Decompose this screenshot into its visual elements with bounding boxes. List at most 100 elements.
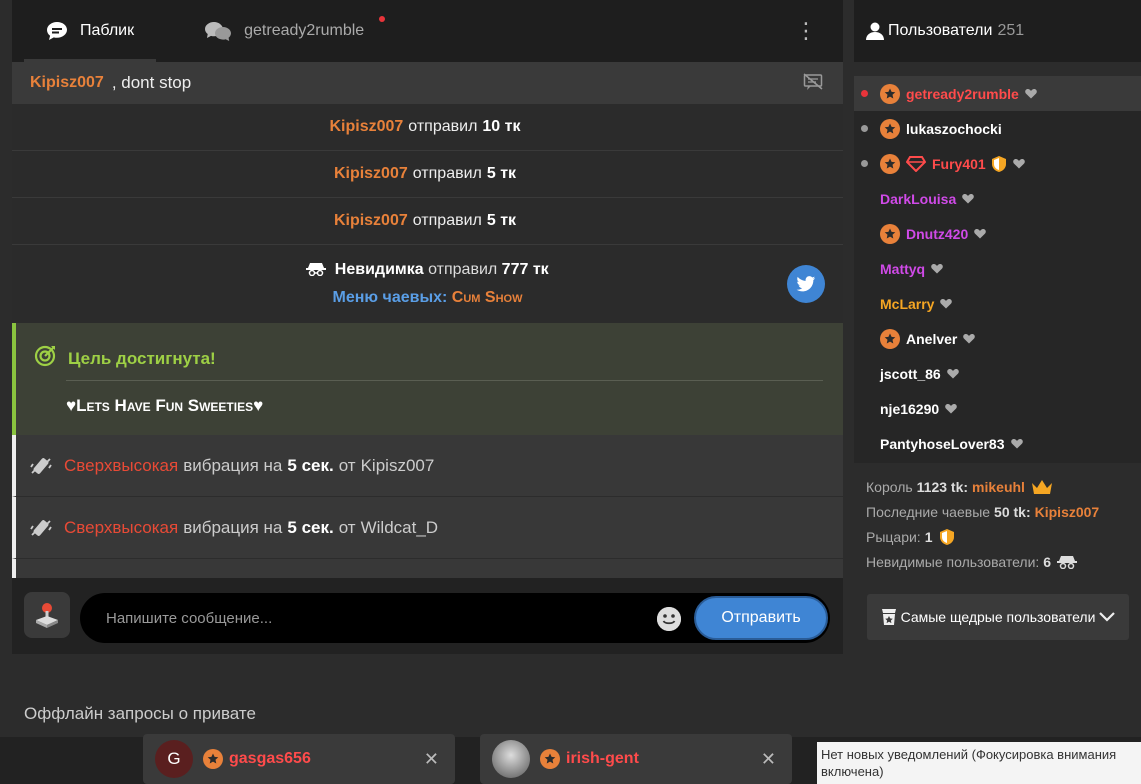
user-list-item[interactable]: Dnutz420: [854, 216, 1141, 251]
user-list-item[interactable]: getready2rumble: [854, 76, 1141, 111]
close-icon[interactable]: ✕: [424, 749, 439, 770]
user-list-item[interactable]: Mattyq: [854, 251, 1141, 286]
private-request-card[interactable]: irish-gent ✕: [480, 734, 792, 784]
tab-private-label: getready2rumble: [244, 22, 365, 39]
vibration-duration: 5 сек.: [287, 455, 334, 475]
message-input[interactable]: [106, 593, 646, 643]
chat-bubbles-icon: [204, 21, 232, 41]
star-icon: [203, 749, 223, 769]
online-status-dot: [861, 160, 868, 167]
anonymous-tip-line: Невидимка отправил 777 тк: [306, 261, 549, 279]
pinned-message: Kipisz007 , dont stop: [12, 62, 843, 104]
online-status-dot: [861, 440, 868, 447]
vibration-user[interactable]: Kipisz007: [361, 456, 435, 476]
heart-icon: [940, 298, 953, 309]
user-list-item[interactable]: McLarry: [854, 286, 1141, 321]
tip-nick[interactable]: Kipisz007: [334, 165, 408, 183]
trophy-icon: [881, 608, 897, 626]
star-icon: [880, 83, 900, 104]
tip-amount: 5 тк: [486, 212, 517, 229]
pinned-nick[interactable]: Kipisz007: [30, 74, 104, 92]
heart-icon: [962, 193, 975, 204]
invisible-users-label: Невидимые пользователи:: [866, 553, 1040, 570]
request-user-name[interactable]: gasgas656: [229, 750, 311, 768]
chat-panel: Паблик getready2rumble ⋮ Kipisz007 , don…: [12, 0, 843, 654]
vibration-from-label: от: [338, 517, 356, 537]
more-options-icon[interactable]: ⋮: [795, 20, 817, 42]
star-icon: [880, 223, 900, 244]
tab-public-label: Паблик: [80, 22, 135, 39]
vibration-label: вибрация на: [183, 455, 283, 475]
tip-message: Kipisz007 отправил 5 тк: [12, 198, 843, 245]
tip-message: Kipisz007 отправил 5 тк: [12, 151, 843, 198]
last-tip-row: Последние чаевые 50 tk: Kipisz007: [866, 499, 1141, 524]
user-name: lukaszochocki: [906, 120, 1002, 137]
last-tip-user[interactable]: Kipisz007: [1035, 504, 1100, 520]
goal-text: ♥Lets Have Fun Sweeties♥: [66, 396, 264, 415]
anonymous-tip-message: Невидимка отправил 777 тк Меню чаевых: C…: [12, 245, 843, 323]
user-list-item[interactable]: jscott_86: [854, 356, 1141, 391]
offline-requests-title: Оффлайн запросы о привате: [24, 704, 256, 723]
knights-count: 1: [924, 528, 933, 545]
tip-action: отправил: [412, 212, 482, 229]
vibration-user[interactable]: Wildcat_D: [361, 518, 438, 538]
heart-icon: [963, 333, 976, 344]
goal-title: Цель достигнута!: [34, 345, 216, 372]
most-generous-dropdown[interactable]: Самые щедрые пользователи: [867, 594, 1129, 640]
close-icon[interactable]: ✕: [761, 749, 776, 770]
user-icon: [866, 22, 884, 40]
anonymous-nick: Невидимка: [334, 261, 424, 278]
request-user-name[interactable]: irish-gent: [566, 750, 639, 768]
knights-label: Рыцари:: [866, 528, 921, 545]
user-name: Mattyq: [880, 260, 926, 277]
chat-bubble-icon: [46, 21, 68, 41]
heart-icon: [931, 263, 943, 274]
twitter-share-button[interactable]: [787, 265, 825, 303]
tip-menu-label: Меню чаевых:: [332, 289, 448, 306]
user-list-item[interactable]: DarkLouisa: [854, 181, 1141, 216]
online-status-dot: [861, 195, 868, 202]
shield-icon: [991, 155, 1007, 173]
joystick-icon: [34, 602, 60, 628]
star-icon: [880, 118, 900, 139]
user-name: getready2rumble: [906, 85, 1019, 102]
message-composer: Отправить: [12, 578, 843, 654]
online-status-dot: [861, 405, 868, 412]
remote-control-button[interactable]: [24, 592, 70, 638]
notification-tooltip: Нет новых уведомлений (Фокусировка внима…: [817, 742, 1141, 784]
hide-chat-icon[interactable]: [803, 73, 823, 96]
tab-public[interactable]: Паблик: [12, 0, 157, 62]
user-list: getready2rumble lukaszochocki Fury401 DarkL…: [854, 76, 1141, 463]
vibration-level: Сверхвысокая: [64, 455, 179, 475]
user-list-item[interactable]: Fury401: [854, 146, 1141, 181]
shield-icon: [939, 528, 955, 546]
send-button[interactable]: Отправить: [694, 596, 828, 640]
vibration-label: вибрация на: [183, 517, 283, 537]
heart-icon: [946, 368, 959, 379]
twitter-icon: [796, 275, 816, 293]
vibration-icon: [30, 455, 52, 477]
user-list-item[interactable]: Anelver: [854, 321, 1141, 356]
tip-nick[interactable]: Kipisz007: [329, 118, 403, 136]
users-title: Пользователи: [888, 22, 993, 39]
user-list-item[interactable]: PantyhoseLover83: [854, 426, 1141, 461]
king-amount: 1123 tk:: [916, 478, 969, 495]
tip-nick[interactable]: Kipisz007: [334, 212, 408, 230]
user-list-item[interactable]: lukaszochocki: [854, 111, 1141, 146]
users-panel: Пользователи 251 getready2rumble lukaszoc…: [854, 0, 1141, 654]
heart-icon: [974, 228, 987, 239]
chevron-down-icon: [1099, 609, 1115, 625]
user-list-item[interactable]: nje16290: [854, 391, 1141, 426]
user-name: Anelver: [906, 330, 958, 347]
knights-row: Рыцари: 1: [866, 524, 1141, 549]
king-user[interactable]: mikeuhl: [972, 479, 1025, 495]
spy-icon: [306, 262, 327, 276]
unread-dot: [379, 16, 386, 22]
tab-private-getready2rumble[interactable]: getready2rumble: [156, 0, 386, 62]
private-request-card[interactable]: G gasgas656 ✕: [143, 734, 455, 784]
heart-icon: [1025, 88, 1037, 99]
vibration-message: Сверхвысокая вибрация на 5 сек. от Wildc…: [12, 497, 843, 559]
tip-menu-value: Cum Show: [451, 289, 523, 306]
users-header: Пользователи 251: [854, 0, 1141, 62]
emoji-icon[interactable]: [657, 607, 681, 631]
